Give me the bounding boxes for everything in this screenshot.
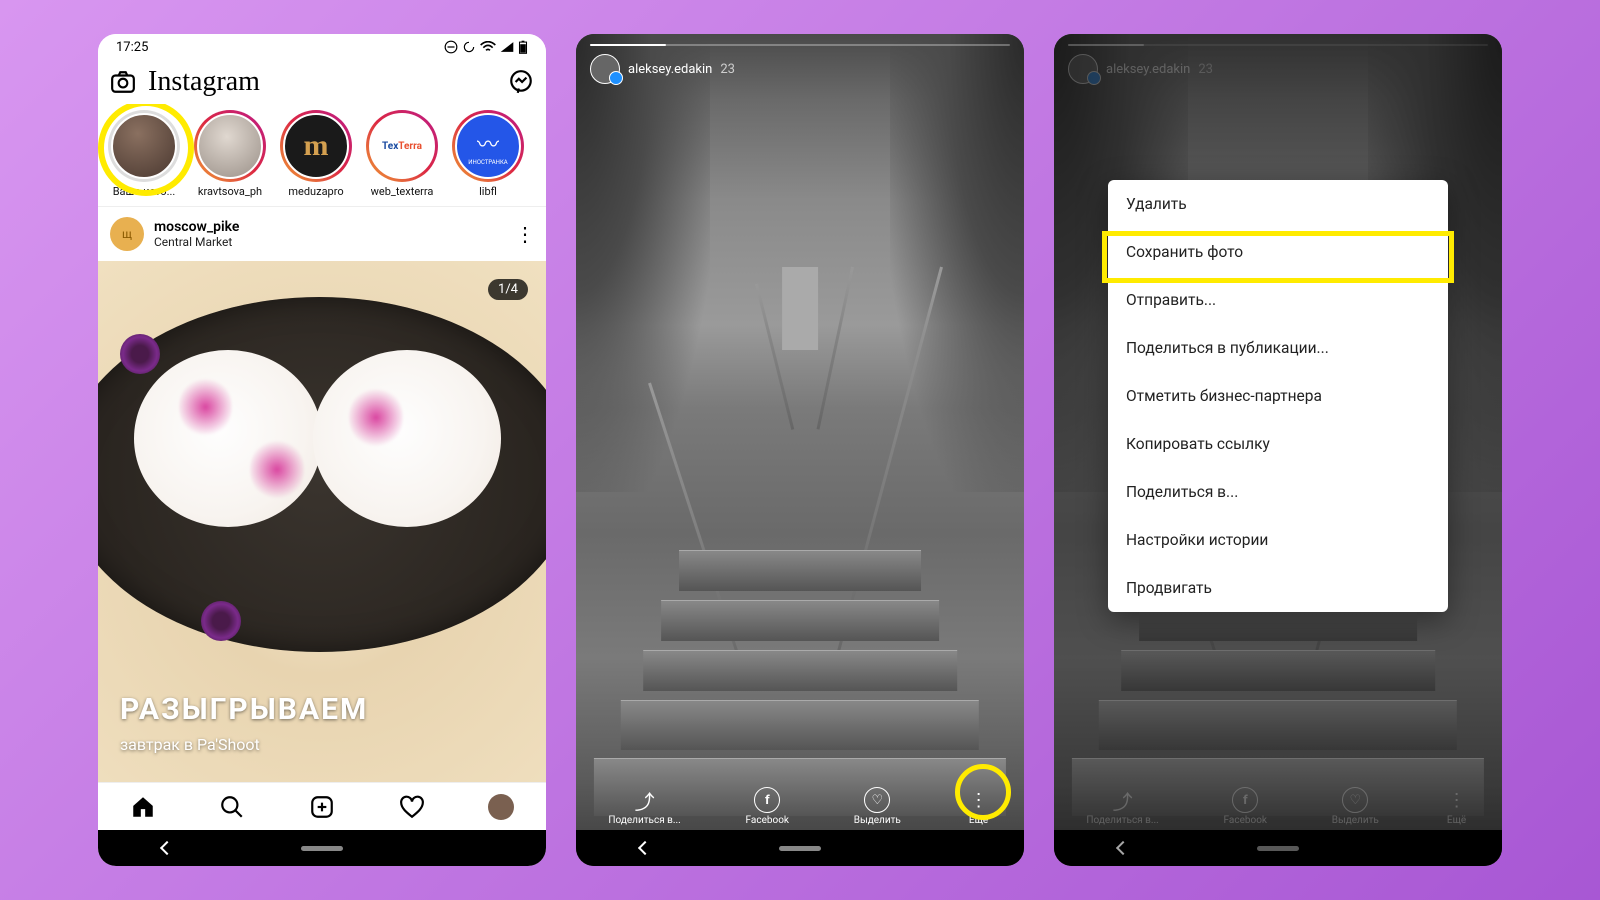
nav-profile-icon[interactable] [488,794,514,820]
post-overlay-text: РАЗЫГРЫВАЕМ завтрак в Pa'Shoot [120,692,368,754]
battery-icon [518,40,528,54]
status-bar: 17:25 [98,34,546,60]
home-button[interactable] [779,846,821,851]
phone-story-menu: aleksey.edakin 23 Удалить Сохранить фото… [1054,34,1502,866]
dnd-icon [444,40,458,54]
story-item[interactable]: m meduzapro [280,110,352,198]
back-button[interactable] [638,841,652,855]
menu-share-to[interactable]: Поделиться в... [1108,468,1448,516]
instagram-logo: Instagram [148,66,260,98]
story-highlight-button[interactable]: ♡Выделить [854,787,901,826]
nav-add-icon[interactable] [309,794,335,820]
app-header: Instagram [98,60,546,104]
story-user[interactable]: aleksey.edakin 23 [590,54,1010,84]
story-item[interactable]: TexTerra web_texterra [366,110,438,198]
signal-icon [500,41,514,53]
post-username[interactable]: moscow_pike [154,219,505,235]
story-header: aleksey.edakin 23 [576,34,1024,84]
story-avatar[interactable] [590,54,620,84]
phone-story: aleksey.edakin 23 ⤴Поделиться в... fFace… [576,34,1024,866]
messenger-icon[interactable] [508,69,534,95]
nav-home-icon[interactable] [130,794,156,820]
story-facebook-button[interactable]: fFacebook [746,787,789,826]
story-item[interactable]: 〰ИНОСТРАНКА libfl [452,110,524,198]
nav-search-icon[interactable] [219,794,245,820]
menu-save-photo[interactable]: Сохранить фото [1108,228,1448,276]
story-share-button[interactable]: ⤴Поделиться в... [608,787,680,826]
status-icons [444,40,528,54]
rotate-icon [462,40,476,54]
bottom-nav [98,782,546,830]
story-image[interactable] [576,34,1024,866]
android-navbar [98,830,546,866]
post-location[interactable]: Central Market [154,235,505,249]
story-more-menu: Удалить Сохранить фото Отправить... Поде… [1108,180,1448,612]
post-avatar[interactable]: щ [110,217,144,251]
story-footer: ⤴Поделиться в... fFacebook ♡Выделить ⋮Ещ… [576,779,1024,830]
story-item[interactable]: kravtsova_ph [194,110,266,198]
post-more-icon[interactable]: ⋮ [515,222,534,246]
wifi-icon [480,41,496,53]
menu-share-to-post[interactable]: Поделиться в публикации... [1108,324,1448,372]
story-progress [590,44,1010,46]
menu-send[interactable]: Отправить... [1108,276,1448,324]
menu-story-settings[interactable]: Настройки истории [1108,516,1448,564]
carousel-badge: 1/4 [488,279,528,300]
status-time: 17:25 [116,40,148,55]
menu-promote[interactable]: Продвигать [1108,564,1448,612]
post-image[interactable]: 1/4 РАЗЫГРЫВАЕМ завтрак в Pa'Shoot [98,261,546,782]
nav-heart-icon[interactable] [399,794,425,820]
android-navbar [576,830,1024,866]
post-header[interactable]: щ moscow_pike Central Market ⋮ [98,207,546,261]
story-more-button[interactable]: ⋮Ещё [966,787,992,826]
story-own[interactable]: Ваша исто... [108,110,180,198]
back-button[interactable] [160,841,174,855]
home-button[interactable] [301,846,343,851]
menu-delete[interactable]: Удалить [1108,180,1448,228]
camera-icon[interactable] [110,69,136,95]
stories-row[interactable]: Ваша исто... kravtsova_ph m meduzapro Te… [98,104,546,207]
menu-tag-partner[interactable]: Отметить бизнес-партнера [1108,372,1448,420]
menu-copy-link[interactable]: Копировать ссылку [1108,420,1448,468]
phone-feed: 17:25 Instagram Ваша исто... kravtsova_p… [98,34,546,866]
